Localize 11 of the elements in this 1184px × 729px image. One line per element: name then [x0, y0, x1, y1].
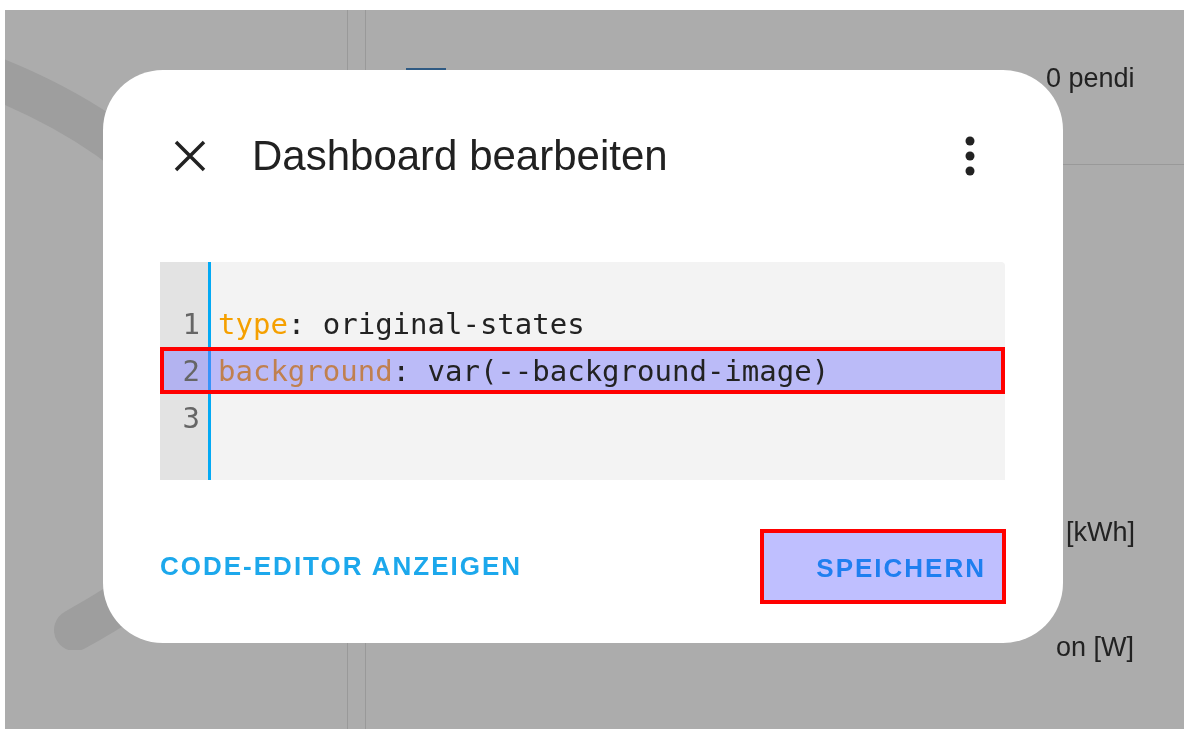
line-number: 3: [181, 400, 200, 435]
unit-label: on [W]: [1056, 632, 1135, 663]
pending-count-text: 0 pendi: [1046, 63, 1135, 94]
code-text: background: var(--background-image): [218, 353, 830, 388]
line-number: 2: [181, 353, 200, 388]
code-text: type: original-states: [218, 306, 585, 341]
dialog-title: Dashboard bearbeiten: [252, 132, 669, 180]
line-number: 1: [181, 306, 200, 341]
unit-label: [kWh]: [1066, 517, 1135, 548]
code-editor[interactable]: 1 type: original-states 2 background: var(--background-image) 3: [160, 262, 1005, 480]
show-code-editor-button[interactable]: CODE-EDITOR ANZEIGEN: [120, 539, 563, 594]
